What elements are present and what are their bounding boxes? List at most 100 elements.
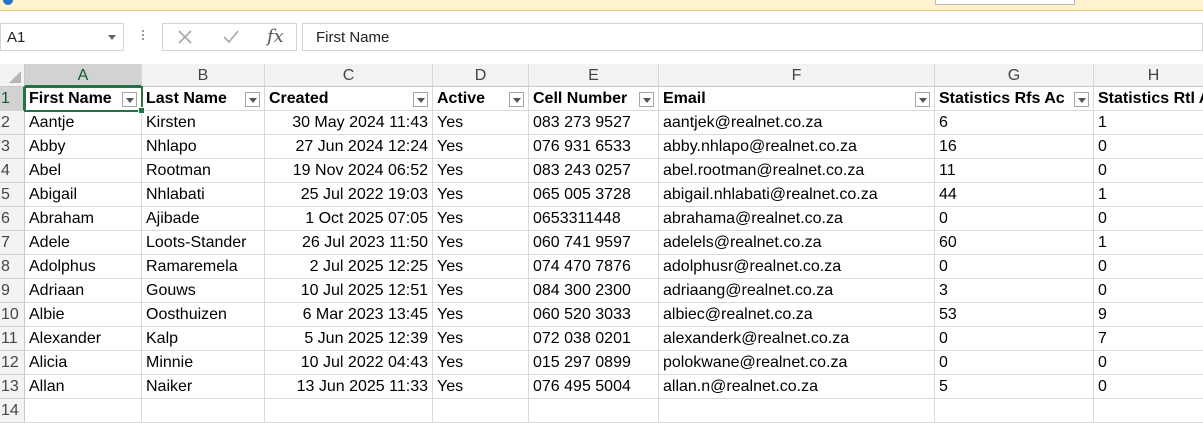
table-cell[interactable]: 19 Nov 2024 06:52 [265,159,433,183]
filter-dropdown-icon[interactable] [915,92,930,107]
table-cell[interactable]: 26 Jul 2023 11:50 [265,231,433,255]
table-cell[interactable]: Loots-Stander [142,231,265,255]
table-cell[interactable]: 30 May 2024 11:43 [265,111,433,135]
table-cell[interactable]: Yes [433,255,529,279]
table-cell[interactable]: 0 [1094,207,1203,231]
row-header-6[interactable]: 6 [0,207,25,231]
table-cell[interactable]: 0 [1094,351,1203,375]
table-cell[interactable]: Yes [433,231,529,255]
table-cell[interactable]: Nhlabati [142,183,265,207]
row-header-4[interactable]: 4 [0,159,25,183]
table-cell[interactable]: Yes [433,375,529,399]
table-cell[interactable]: adriaang@realnet.co.za [659,279,935,303]
table-cell[interactable]: 25 Jul 2022 19:03 [265,183,433,207]
name-box[interactable]: A1 [0,23,124,51]
row-header-12[interactable]: 12 [0,351,25,375]
select-all-button[interactable] [0,64,25,87]
table-cell[interactable]: adelels@realnet.co.za [659,231,935,255]
row-header-13[interactable]: 13 [0,375,25,399]
table-cell[interactable]: Kirsten [142,111,265,135]
table-cell[interactable]: 1 Oct 2025 07:05 [265,207,433,231]
table-cell[interactable]: 16 [935,135,1094,159]
column-header-c[interactable]: C [265,64,433,87]
chevron-down-icon[interactable] [108,35,116,40]
table-cell[interactable]: abby.nhlapo@realnet.co.za [659,135,935,159]
table-cell[interactable] [1094,399,1203,423]
table-cell[interactable]: 083 243 0257 [529,159,659,183]
row-header-5[interactable]: 5 [0,183,25,207]
table-cell[interactable]: 53 [935,303,1094,327]
table-cell[interactable]: Alexander [25,327,142,351]
table-cell[interactable]: Allan [25,375,142,399]
table-cell[interactable]: Yes [433,135,529,159]
formula-input[interactable]: First Name [302,23,1203,51]
table-cell[interactable]: Albie [25,303,142,327]
table-cell[interactable]: Yes [433,279,529,303]
table-cell[interactable]: 1 [1094,111,1203,135]
table-cell[interactable]: 074 470 7876 [529,255,659,279]
table-cell[interactable]: Abby [25,135,142,159]
column-header-g[interactable]: G [935,64,1094,87]
table-cell[interactable]: 0 [1094,135,1203,159]
table-cell[interactable] [529,399,659,423]
table-cell[interactable]: Yes [433,111,529,135]
row-header-1[interactable]: 1 [0,87,25,111]
column-header-b[interactable]: B [142,64,265,87]
column-header-d[interactable]: D [433,64,529,87]
table-cell[interactable]: 0 [935,327,1094,351]
table-cell[interactable]: Gouws [142,279,265,303]
table-cell[interactable] [433,399,529,423]
table-cell[interactable]: 0 [935,351,1094,375]
table-cell[interactable]: 5 [935,375,1094,399]
row-header-7[interactable]: 7 [0,231,25,255]
table-cell[interactable]: Oosthuizen [142,303,265,327]
table-cell[interactable]: Alicia [25,351,142,375]
table-cell[interactable]: albiec@realnet.co.za [659,303,935,327]
table-cell[interactable]: 084 300 2300 [529,279,659,303]
table-cell[interactable]: 44 [935,183,1094,207]
table-cell[interactable]: allan.n@realnet.co.za [659,375,935,399]
table-cell[interactable] [25,399,142,423]
column-header-f[interactable]: F [659,64,935,87]
table-cell[interactable]: Ajibade [142,207,265,231]
table-cell[interactable]: 10 Jul 2025 12:51 [265,279,433,303]
table-cell[interactable]: 0 [935,255,1094,279]
table-cell[interactable]: Naiker [142,375,265,399]
formula-bar-splitter[interactable] [141,28,145,46]
table-cell[interactable]: 5 Jun 2025 12:39 [265,327,433,351]
table-cell[interactable]: 11 [935,159,1094,183]
table-cell[interactable]: Minnie [142,351,265,375]
table-cell[interactable]: abigail.nhlabati@realnet.co.za [659,183,935,207]
table-cell[interactable]: abrahama@realnet.co.za [659,207,935,231]
table-cell[interactable]: Nhlapo [142,135,265,159]
table-cell[interactable] [659,399,935,423]
table-cell[interactable]: 060 520 3033 [529,303,659,327]
column-header-h[interactable]: H [1094,64,1203,87]
table-cell[interactable]: 1 [1094,231,1203,255]
table-cell[interactable]: Aantje [25,111,142,135]
table-cell[interactable]: 076 931 6533 [529,135,659,159]
header-cell-g[interactable]: Statistics Rfs Ac [935,87,1094,111]
filter-dropdown-icon[interactable] [639,92,654,107]
filter-dropdown-icon[interactable] [245,92,260,107]
table-cell[interactable]: Yes [433,303,529,327]
header-cell-f[interactable]: Email [659,87,935,111]
table-cell[interactable]: 3 [935,279,1094,303]
column-header-a[interactable]: A [25,64,142,87]
table-cell[interactable]: Kalp [142,327,265,351]
table-cell[interactable]: 076 495 5004 [529,375,659,399]
table-cell[interactable]: 1 [1094,183,1203,207]
table-cell[interactable]: 072 038 0201 [529,327,659,351]
filter-dropdown-icon[interactable] [413,92,428,107]
table-cell[interactable]: aantjek@realnet.co.za [659,111,935,135]
table-cell[interactable]: 13 Jun 2025 11:33 [265,375,433,399]
table-cell[interactable]: polokwane@realnet.co.za [659,351,935,375]
row-header-14[interactable]: 14 [0,399,25,423]
table-cell[interactable]: Yes [433,207,529,231]
table-cell[interactable]: Adele [25,231,142,255]
table-cell[interactable]: Yes [433,327,529,351]
table-cell[interactable]: 0 [935,207,1094,231]
table-cell[interactable]: Yes [433,183,529,207]
header-cell-h[interactable]: Statistics Rtl A [1094,87,1203,111]
row-header-10[interactable]: 10 [0,303,25,327]
